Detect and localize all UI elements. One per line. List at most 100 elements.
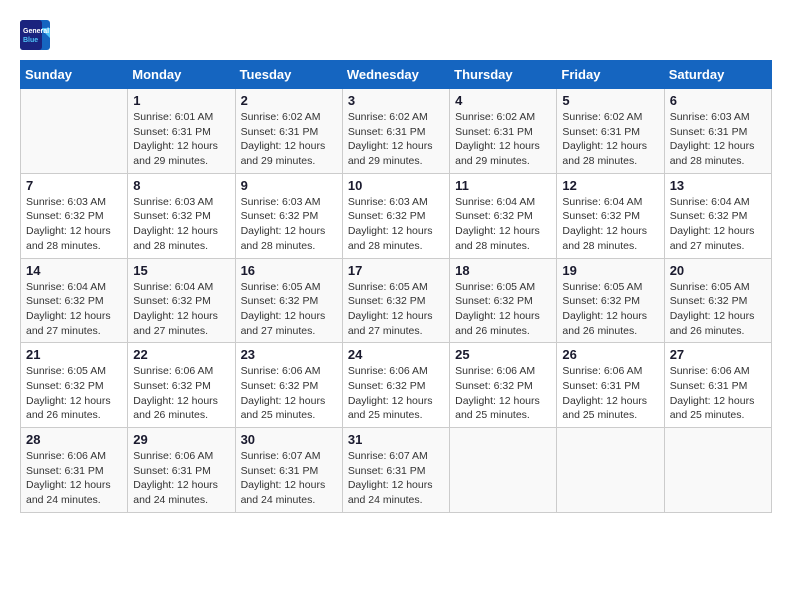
day-number: 14 bbox=[26, 263, 122, 278]
day-number: 8 bbox=[133, 178, 229, 193]
day-header-thursday: Thursday bbox=[450, 61, 557, 89]
day-number: 4 bbox=[455, 93, 551, 108]
calendar-cell bbox=[664, 428, 771, 513]
day-info: Sunrise: 6:05 AM Sunset: 6:32 PM Dayligh… bbox=[241, 280, 337, 339]
calendar-week-1: 1 Sunrise: 6:01 AM Sunset: 6:31 PM Daylig… bbox=[21, 89, 772, 174]
day-info: Sunrise: 6:02 AM Sunset: 6:31 PM Dayligh… bbox=[348, 110, 444, 169]
calendar-cell bbox=[557, 428, 664, 513]
day-number: 17 bbox=[348, 263, 444, 278]
day-number: 24 bbox=[348, 347, 444, 362]
day-number: 27 bbox=[670, 347, 766, 362]
day-number: 1 bbox=[133, 93, 229, 108]
day-info: Sunrise: 6:06 AM Sunset: 6:32 PM Dayligh… bbox=[455, 364, 551, 423]
calendar-cell: 20 Sunrise: 6:05 AM Sunset: 6:32 PM Dayli… bbox=[664, 258, 771, 343]
calendar-cell: 8Sunrise: 6:03 AM Sunset: 6:32 PM Daylig… bbox=[128, 173, 235, 258]
calendar-cell bbox=[21, 89, 128, 174]
day-info: Sunrise: 6:06 AM Sunset: 6:31 PM Dayligh… bbox=[133, 449, 229, 508]
calendar-cell: 6 Sunrise: 6:03 AM Sunset: 6:31 PM Daylig… bbox=[664, 89, 771, 174]
day-info: Sunrise: 6:01 AM Sunset: 6:31 PM Dayligh… bbox=[133, 110, 229, 169]
day-info: Sunrise: 6:04 AM Sunset: 6:32 PM Dayligh… bbox=[455, 195, 551, 254]
day-number: 7 bbox=[26, 178, 122, 193]
day-number: 15 bbox=[133, 263, 229, 278]
calendar-cell: 12Sunrise: 6:04 AM Sunset: 6:32 PM Dayli… bbox=[557, 173, 664, 258]
day-number: 16 bbox=[241, 263, 337, 278]
calendar-cell: 5 Sunrise: 6:02 AM Sunset: 6:31 PM Daylig… bbox=[557, 89, 664, 174]
calendar-cell: 14 Sunrise: 6:04 AM Sunset: 6:32 PM Dayli… bbox=[21, 258, 128, 343]
day-info: Sunrise: 6:03 AM Sunset: 6:32 PM Dayligh… bbox=[26, 195, 122, 254]
day-number: 23 bbox=[241, 347, 337, 362]
day-info: Sunrise: 6:07 AM Sunset: 6:31 PM Dayligh… bbox=[241, 449, 337, 508]
day-info: Sunrise: 6:04 AM Sunset: 6:32 PM Dayligh… bbox=[670, 195, 766, 254]
calendar-cell: 9Sunrise: 6:03 AM Sunset: 6:32 PM Daylig… bbox=[235, 173, 342, 258]
day-header-monday: Monday bbox=[128, 61, 235, 89]
calendar-cell: 7 Sunrise: 6:03 AM Sunset: 6:32 PM Daylig… bbox=[21, 173, 128, 258]
day-number: 20 bbox=[670, 263, 766, 278]
svg-text:General: General bbox=[23, 28, 49, 35]
day-info: Sunrise: 6:06 AM Sunset: 6:31 PM Dayligh… bbox=[26, 449, 122, 508]
day-number: 19 bbox=[562, 263, 658, 278]
calendar-cell: 1 Sunrise: 6:01 AM Sunset: 6:31 PM Daylig… bbox=[128, 89, 235, 174]
day-info: Sunrise: 6:06 AM Sunset: 6:32 PM Dayligh… bbox=[133, 364, 229, 423]
day-number: 9 bbox=[241, 178, 337, 193]
day-info: Sunrise: 6:06 AM Sunset: 6:31 PM Dayligh… bbox=[670, 364, 766, 423]
day-header-saturday: Saturday bbox=[664, 61, 771, 89]
day-number: 2 bbox=[241, 93, 337, 108]
calendar-cell: 28 Sunrise: 6:06 AM Sunset: 6:31 PM Dayli… bbox=[21, 428, 128, 513]
calendar-table: SundayMondayTuesdayWednesdayThursdayFrid… bbox=[20, 60, 772, 513]
day-info: Sunrise: 6:06 AM Sunset: 6:32 PM Dayligh… bbox=[348, 364, 444, 423]
day-number: 25 bbox=[455, 347, 551, 362]
logo-icon: General Blue bbox=[20, 20, 50, 50]
calendar-cell: 13 Sunrise: 6:04 AM Sunset: 6:32 PM Dayli… bbox=[664, 173, 771, 258]
day-info: Sunrise: 6:02 AM Sunset: 6:31 PM Dayligh… bbox=[241, 110, 337, 169]
day-number: 30 bbox=[241, 432, 337, 447]
calendar-cell: 29 Sunrise: 6:06 AM Sunset: 6:31 PM Dayli… bbox=[128, 428, 235, 513]
day-info: Sunrise: 6:03 AM Sunset: 6:31 PM Dayligh… bbox=[670, 110, 766, 169]
calendar-cell: 24 Sunrise: 6:06 AM Sunset: 6:32 PM Dayli… bbox=[342, 343, 449, 428]
calendar-cell: 25 Sunrise: 6:06 AM Sunset: 6:32 PM Dayli… bbox=[450, 343, 557, 428]
calendar-cell: 15 Sunrise: 6:04 AM Sunset: 6:32 PM Dayli… bbox=[128, 258, 235, 343]
day-info: Sunrise: 6:05 AM Sunset: 6:32 PM Dayligh… bbox=[455, 280, 551, 339]
day-info: Sunrise: 6:06 AM Sunset: 6:31 PM Dayligh… bbox=[562, 364, 658, 423]
day-header-wednesday: Wednesday bbox=[342, 61, 449, 89]
day-info: Sunrise: 6:07 AM Sunset: 6:31 PM Dayligh… bbox=[348, 449, 444, 508]
day-number: 21 bbox=[26, 347, 122, 362]
day-number: 13 bbox=[670, 178, 766, 193]
day-info: Sunrise: 6:05 AM Sunset: 6:32 PM Dayligh… bbox=[670, 280, 766, 339]
day-info: Sunrise: 6:03 AM Sunset: 6:32 PM Dayligh… bbox=[348, 195, 444, 254]
day-number: 28 bbox=[26, 432, 122, 447]
day-header-tuesday: Tuesday bbox=[235, 61, 342, 89]
day-info: Sunrise: 6:02 AM Sunset: 6:31 PM Dayligh… bbox=[455, 110, 551, 169]
day-number: 18 bbox=[455, 263, 551, 278]
calendar-cell: 4 Sunrise: 6:02 AM Sunset: 6:31 PM Daylig… bbox=[450, 89, 557, 174]
calendar-week-5: 28 Sunrise: 6:06 AM Sunset: 6:31 PM Dayli… bbox=[21, 428, 772, 513]
calendar-cell: 23 Sunrise: 6:06 AM Sunset: 6:32 PM Dayli… bbox=[235, 343, 342, 428]
calendar-cell: 21 Sunrise: 6:05 AM Sunset: 6:32 PM Dayli… bbox=[21, 343, 128, 428]
calendar-cell: 26 Sunrise: 6:06 AM Sunset: 6:31 PM Dayli… bbox=[557, 343, 664, 428]
day-number: 29 bbox=[133, 432, 229, 447]
calendar-week-4: 21 Sunrise: 6:05 AM Sunset: 6:32 PM Dayli… bbox=[21, 343, 772, 428]
logo: General Blue bbox=[20, 20, 54, 50]
calendar-week-3: 14 Sunrise: 6:04 AM Sunset: 6:32 PM Dayli… bbox=[21, 258, 772, 343]
day-info: Sunrise: 6:05 AM Sunset: 6:32 PM Dayligh… bbox=[26, 364, 122, 423]
day-info: Sunrise: 6:02 AM Sunset: 6:31 PM Dayligh… bbox=[562, 110, 658, 169]
day-info: Sunrise: 6:04 AM Sunset: 6:32 PM Dayligh… bbox=[562, 195, 658, 254]
calendar-cell: 17Sunrise: 6:05 AM Sunset: 6:32 PM Dayli… bbox=[342, 258, 449, 343]
day-number: 5 bbox=[562, 93, 658, 108]
day-info: Sunrise: 6:04 AM Sunset: 6:32 PM Dayligh… bbox=[26, 280, 122, 339]
page-header: General Blue bbox=[20, 20, 772, 50]
day-info: Sunrise: 6:06 AM Sunset: 6:32 PM Dayligh… bbox=[241, 364, 337, 423]
calendar-cell: 31 Sunrise: 6:07 AM Sunset: 6:31 PM Dayli… bbox=[342, 428, 449, 513]
calendar-cell: 19Sunrise: 6:05 AM Sunset: 6:32 PM Dayli… bbox=[557, 258, 664, 343]
calendar-cell: 10Sunrise: 6:03 AM Sunset: 6:32 PM Dayli… bbox=[342, 173, 449, 258]
calendar-cell: 16 Sunrise: 6:05 AM Sunset: 6:32 PM Dayli… bbox=[235, 258, 342, 343]
day-header-sunday: Sunday bbox=[21, 61, 128, 89]
calendar-cell: 3 Sunrise: 6:02 AM Sunset: 6:31 PM Daylig… bbox=[342, 89, 449, 174]
calendar-cell: 18 Sunrise: 6:05 AM Sunset: 6:32 PM Dayli… bbox=[450, 258, 557, 343]
day-number: 31 bbox=[348, 432, 444, 447]
calendar-cell: 11Sunrise: 6:04 AM Sunset: 6:32 PM Dayli… bbox=[450, 173, 557, 258]
day-number: 6 bbox=[670, 93, 766, 108]
day-number: 3 bbox=[348, 93, 444, 108]
day-header-friday: Friday bbox=[557, 61, 664, 89]
day-number: 26 bbox=[562, 347, 658, 362]
day-info: Sunrise: 6:04 AM Sunset: 6:32 PM Dayligh… bbox=[133, 280, 229, 339]
